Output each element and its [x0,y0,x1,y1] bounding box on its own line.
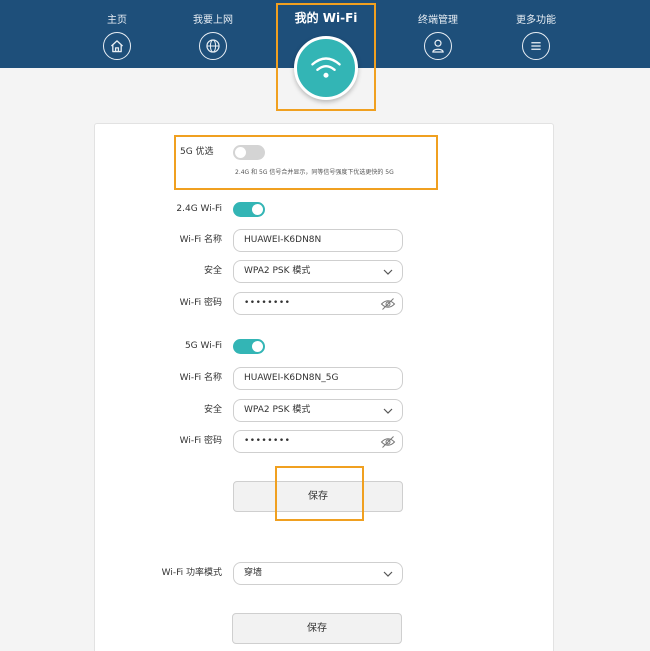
wifi24-security-label: 安全 [203,266,222,276]
wifi24-name-label: Wi-Fi 名称 [179,235,222,245]
chevron-down-icon [383,408,393,414]
wifi5-security-label: 安全 [203,405,222,415]
wifi24-security-value: WPA2 PSK 模式 [244,266,311,276]
toggle-knob [252,204,263,215]
save-button-highlight [275,466,364,521]
wifi5-security-select[interactable]: WPA2 PSK 模式 [233,399,403,422]
wifi5-name-value: HUAWEI-K6DN8N_5G [244,373,339,383]
power-mode-label: Wi-Fi 功率模式 [161,568,222,578]
eye-hidden-icon[interactable] [380,297,396,311]
wifi24-name-value: HUAWEI-K6DN8N [244,235,322,245]
priority-5g-highlight [174,135,438,190]
power-mode-select[interactable]: 穿墙 [233,562,403,585]
nav-item-more-label: 更多功能 [516,15,556,26]
home-icon [103,32,131,60]
power-mode-value: 穿墙 [244,568,263,578]
active-tab-highlight [276,3,376,111]
wifi5-toggle-label: 5G Wi-Fi [184,341,222,351]
nav-item-home-label: 主页 [107,15,127,26]
user-icon [424,32,452,60]
eye-hidden-icon[interactable] [380,435,396,449]
menu-icon [522,32,550,60]
wifi5-security-value: WPA2 PSK 模式 [244,405,311,415]
wifi24-password-input[interactable]: •••••••• [233,292,403,315]
wifi24-toggle-label: 2.4G Wi-Fi [176,204,222,214]
wifi24-password-label: Wi-Fi 密码 [179,298,222,308]
wifi24-security-select[interactable]: WPA2 PSK 模式 [233,260,403,283]
wifi5-name-label: Wi-Fi 名称 [179,373,222,383]
nav-item-internet[interactable]: 我要上网 [168,14,258,60]
nav-item-internet-label: 我要上网 [193,15,233,26]
nav-item-home[interactable]: 主页 [72,14,162,60]
wifi5-toggle[interactable] [233,339,265,354]
wifi5-password-input[interactable]: •••••••• [233,430,403,453]
wifi5-password-label: Wi-Fi 密码 [179,436,222,446]
wifi24-password-value: •••••••• [244,298,291,308]
chevron-down-icon [383,269,393,275]
nav-item-devices-label: 终端管理 [418,15,458,26]
toggle-knob [252,341,263,352]
save-power-button[interactable]: 保存 [232,613,402,644]
nav-item-more[interactable]: 更多功能 [491,14,581,60]
chevron-down-icon [383,571,393,577]
globe-icon [199,32,227,60]
wifi5-name-input[interactable]: HUAWEI-K6DN8N_5G [233,367,403,390]
nav-item-devices[interactable]: 终端管理 [393,14,483,60]
wifi5-password-value: •••••••• [244,436,291,446]
wifi24-toggle[interactable] [233,202,265,217]
wifi24-name-input[interactable]: HUAWEI-K6DN8N [233,229,403,252]
